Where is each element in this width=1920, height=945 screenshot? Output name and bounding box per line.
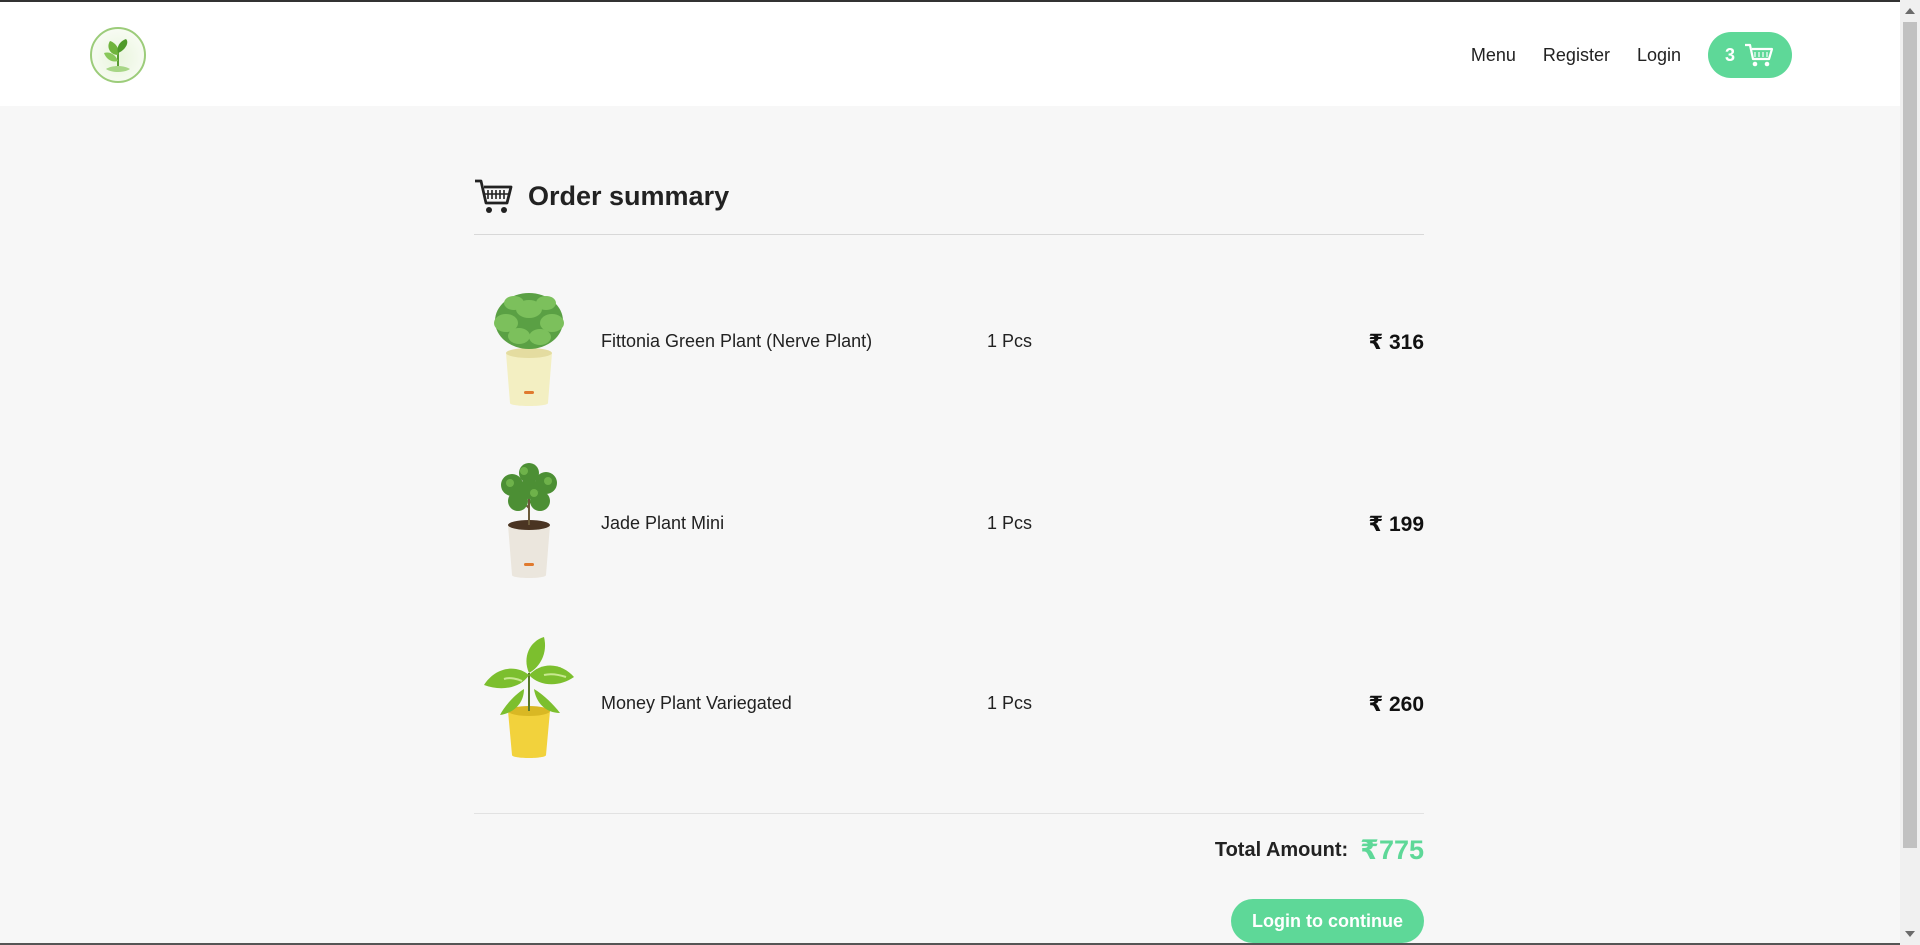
nav-links: Menu Register Login 3 [1471, 31, 1792, 79]
money-plant-image [474, 633, 584, 763]
cart-count: 3 [1724, 44, 1735, 65]
vertical-scrollbar[interactable] [1900, 0, 1920, 945]
brand-logo[interactable] [90, 27, 146, 83]
order-summary-header: Order summary [474, 170, 1424, 235]
navbar: Menu Register Login 3 [0, 2, 1900, 106]
scroll-up-arrow-icon[interactable] [1905, 8, 1915, 14]
item-name: Jade Plant Mini [601, 513, 725, 533]
order-item: Fittonia Green Plant (Nerve Plant) 1 Pcs… [474, 273, 1424, 453]
order-items-list: Fittonia Green Plant (Nerve Plant) 1 Pcs… [474, 273, 1424, 813]
login-to-continue-button[interactable]: Login to continue [1231, 899, 1424, 943]
nav-register-link[interactable]: Register [1543, 45, 1610, 66]
total-amount-value: ₹775 [1360, 834, 1424, 865]
plant-logo-icon [104, 39, 130, 72]
item-price: ₹ 260 [1368, 693, 1424, 716]
order-item: Jade Plant Mini 1 Pcs ₹ 199 [474, 453, 1424, 633]
scroll-down-arrow-icon[interactable] [1905, 931, 1915, 937]
item-quantity: 1 Pcs [987, 693, 1033, 713]
item-price: ₹ 316 [1368, 331, 1424, 354]
item-price: ₹ 199 [1368, 513, 1424, 536]
cart-button[interactable]: 3 [1708, 32, 1792, 78]
item-name: Money Plant Variegated [601, 693, 792, 713]
continue-row: Login to continue [474, 899, 1424, 943]
total-amount-label: Total Amount: [1214, 838, 1349, 861]
item-name: Fittonia Green Plant (Nerve Plant) [601, 331, 873, 351]
scroll-thumb[interactable] [1903, 22, 1917, 848]
jade-plant-image [474, 453, 584, 583]
item-quantity: 1 Pcs [987, 331, 1033, 351]
nav-login-link[interactable]: Login [1637, 45, 1681, 66]
nav-menu-link[interactable]: Menu [1471, 45, 1516, 66]
total-row: Total Amount: ₹775 [474, 834, 1424, 866]
order-item: Money Plant Variegated 1 Pcs ₹ 260 [474, 633, 1424, 813]
item-quantity: 1 Pcs [987, 513, 1033, 533]
fittonia-plant-image [474, 281, 584, 411]
cart-icon [1745, 43, 1774, 67]
page-title: Order summary [528, 180, 730, 211]
total-divider [474, 813, 1424, 814]
shopping-cart-icon [475, 179, 513, 213]
order-summary: Order summary Fittonia Green Plant (Nerv… [474, 170, 1424, 943]
